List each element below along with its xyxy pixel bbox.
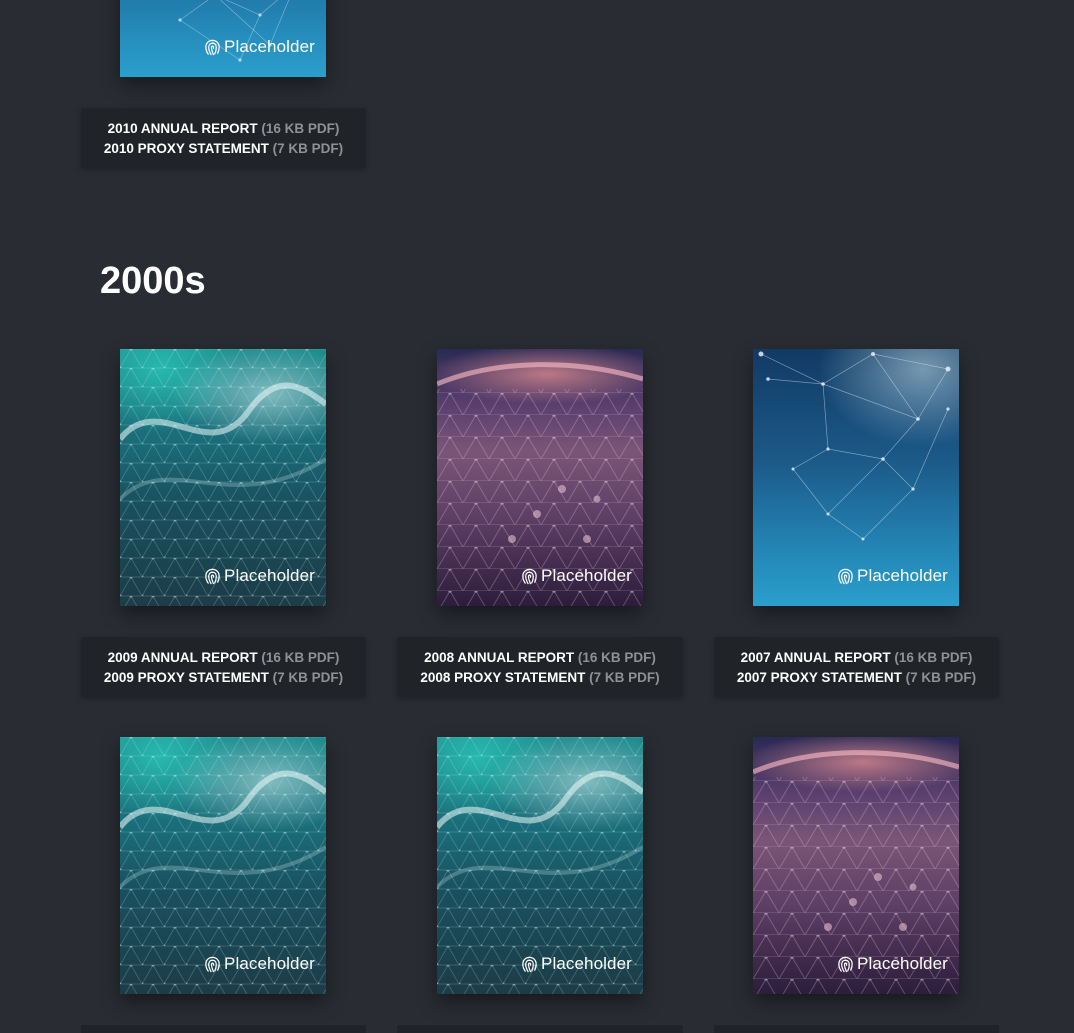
cover-brand: Placeholder (520, 566, 632, 586)
report-links-2007: 2007 ANNUAL REPORT (16 KB PDF) 2007 PROX… (714, 637, 999, 697)
proxy-statement-link[interactable]: 2010 PROXY STATEMENT (104, 141, 269, 156)
cover-brand: Placeholder (203, 37, 315, 57)
decade-section-title: 2000s (100, 260, 206, 302)
proxy-statement-link[interactable]: 2008 PROXY STATEMENT (420, 670, 585, 685)
annual-report-file-size: (16 KB PDF) (577, 649, 656, 665)
proxy-statement-row: 2009 PROXY STATEMENT (7 KB PDF) (104, 669, 343, 686)
proxy-statement-file-size: (7 KB PDF) (272, 669, 344, 685)
annual-report-link[interactable]: 2010 ANNUAL REPORT (108, 121, 258, 136)
report-cover[interactable]: Placeholder (120, 737, 326, 994)
report-links-box (714, 1025, 999, 1033)
brand-name: Placeholder (857, 954, 948, 973)
proxy-statement-link[interactable]: 2007 PROXY STATEMENT (737, 670, 902, 685)
fingerprint-icon (522, 956, 537, 972)
brand-name: Placeholder (541, 954, 632, 973)
annual-report-file-size: (16 KB PDF) (261, 120, 340, 136)
report-cover-2009[interactable]: Placeholder (120, 349, 326, 606)
proxy-statement-file-size: (7 KB PDF) (589, 669, 660, 685)
fingerprint-icon (522, 568, 537, 584)
fingerprint-icon (205, 39, 220, 55)
report-links-2009: 2009 ANNUAL REPORT (16 KB PDF) 2009 PROX… (81, 637, 366, 697)
annual-report-link[interactable]: 2007 ANNUAL REPORT (741, 650, 891, 665)
report-cover-2010[interactable]: Placeholder (120, 0, 326, 77)
proxy-statement-link[interactable]: 2009 PROXY STATEMENT (104, 670, 269, 685)
proxy-statement-file-size: (7 KB PDF) (905, 669, 977, 685)
report-links-box (81, 1025, 366, 1033)
brand-name: Placeholder (224, 37, 315, 56)
fingerprint-icon (838, 956, 853, 972)
cover-brand: Placeholder (836, 566, 948, 586)
proxy-statement-row: 2010 PROXY STATEMENT (7 KB PDF) (104, 140, 343, 157)
report-cover-2007[interactable]: Placeholder (753, 349, 959, 606)
brand-name: Placeholder (224, 566, 315, 585)
annual-report-row: 2010 ANNUAL REPORT (16 KB PDF) (108, 120, 340, 137)
report-links-2010: 2010 ANNUAL REPORT (16 KB PDF) 2010 PROX… (81, 108, 366, 168)
cover-brand: Placeholder (203, 954, 315, 974)
annual-report-row: 2009 ANNUAL REPORT (16 KB PDF) (108, 649, 340, 666)
report-links-box (397, 1025, 683, 1033)
fingerprint-icon (205, 568, 220, 584)
report-cover[interactable]: Placeholder (437, 737, 643, 994)
report-cover-2008[interactable]: Placeholder (437, 349, 643, 606)
fingerprint-icon (838, 568, 853, 584)
cover-brand: Placeholder (203, 566, 315, 586)
brand-name: Placeholder (541, 566, 632, 585)
report-cover[interactable]: Placeholder (753, 737, 959, 994)
proxy-statement-row: 2007 PROXY STATEMENT (7 KB PDF) (737, 669, 976, 686)
annual-report-row: 2008 ANNUAL REPORT (16 KB PDF) (424, 649, 656, 666)
brand-name: Placeholder (857, 566, 948, 585)
proxy-statement-row: 2008 PROXY STATEMENT (7 KB PDF) (420, 669, 659, 686)
annual-report-link[interactable]: 2008 ANNUAL REPORT (424, 650, 574, 665)
cover-brand: Placeholder (520, 954, 632, 974)
annual-report-row: 2007 ANNUAL REPORT (16 KB PDF) (741, 649, 973, 666)
report-links-2008: 2008 ANNUAL REPORT (16 KB PDF) 2008 PROX… (397, 637, 683, 697)
annual-report-link[interactable]: 2009 ANNUAL REPORT (108, 650, 258, 665)
proxy-statement-file-size: (7 KB PDF) (272, 140, 344, 156)
brand-name: Placeholder (224, 954, 315, 973)
fingerprint-icon (205, 956, 220, 972)
annual-report-file-size: (16 KB PDF) (894, 649, 973, 665)
annual-report-file-size: (16 KB PDF) (261, 649, 340, 665)
cover-brand: Placeholder (836, 954, 948, 974)
